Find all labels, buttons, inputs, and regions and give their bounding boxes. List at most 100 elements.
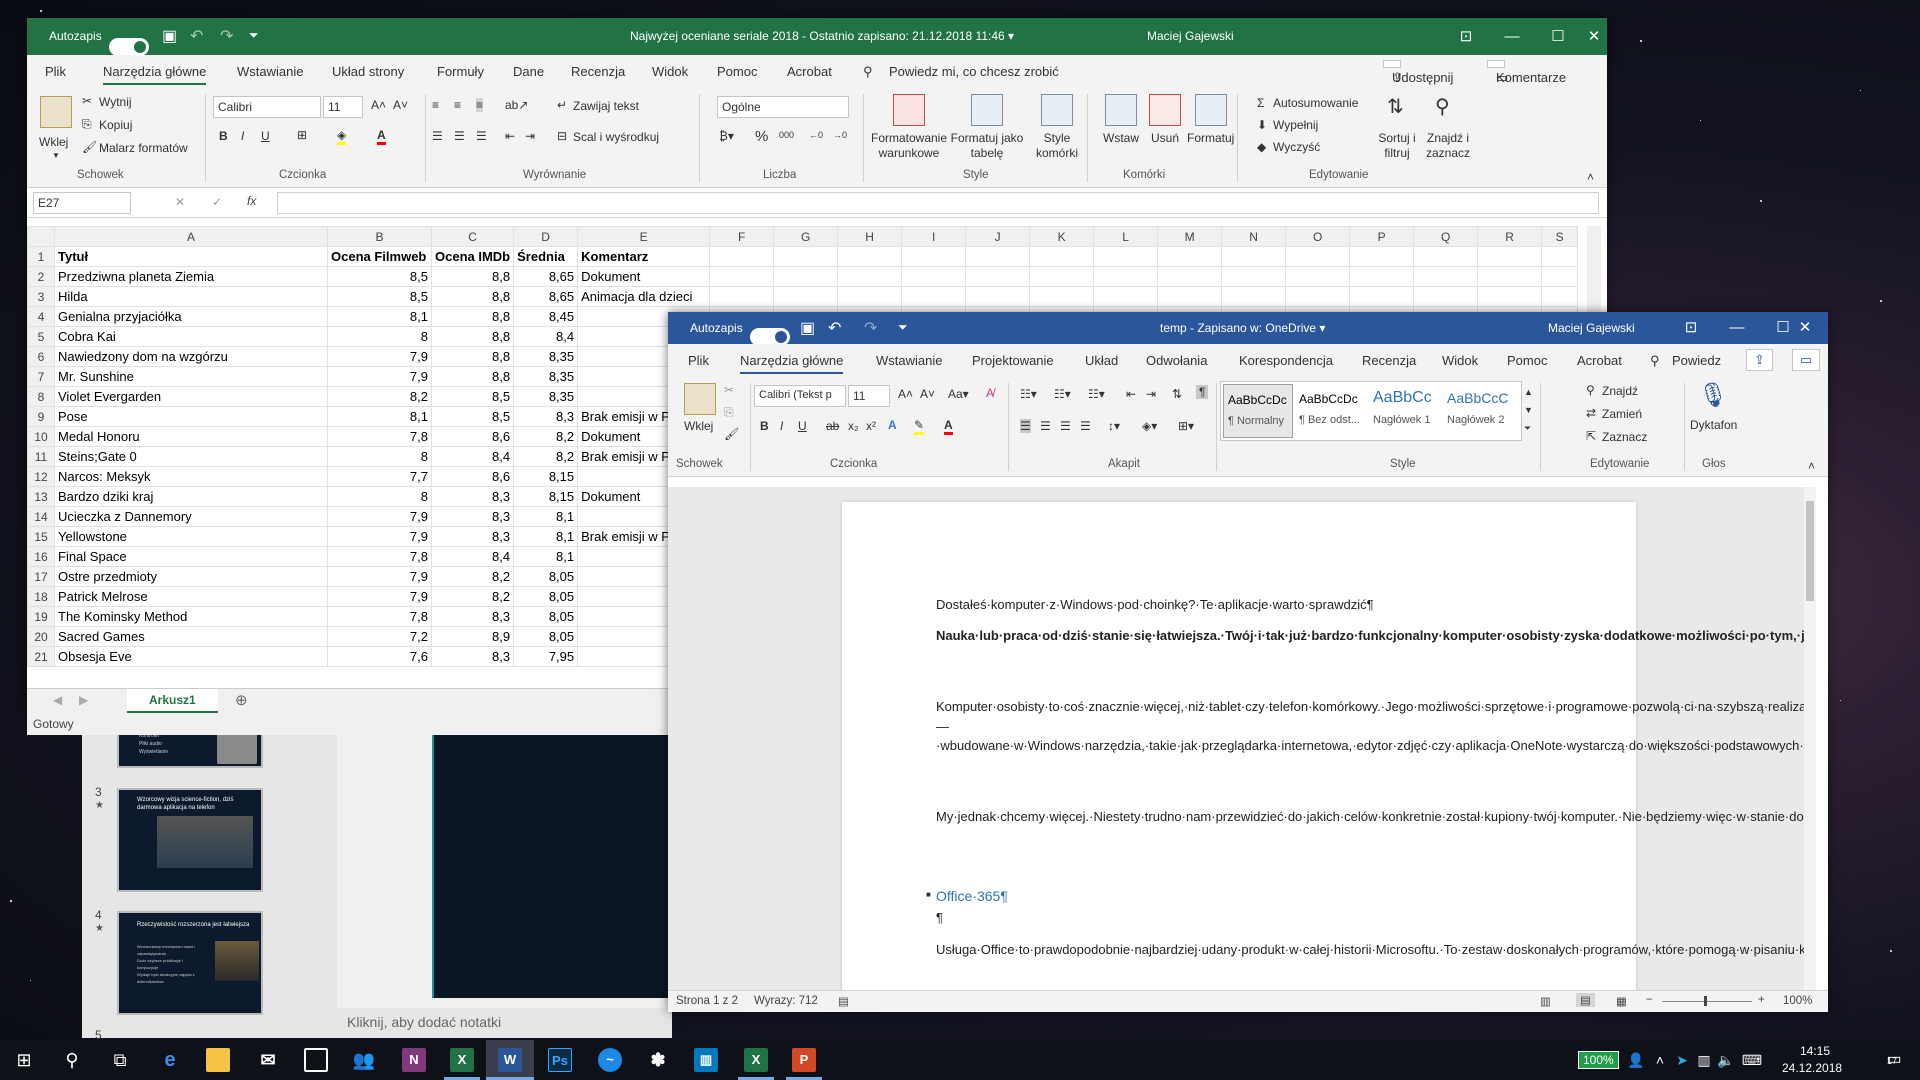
zoom-in-icon[interactable]: + xyxy=(1758,994,1765,1006)
row-header[interactable]: 18 xyxy=(27,586,55,607)
styles-more-icon[interactable]: ▲ ▼ ⏷ xyxy=(1524,383,1533,437)
cell[interactable] xyxy=(1349,246,1415,267)
clear-format-icon[interactable]: A̸ xyxy=(986,386,994,400)
paste-icon[interactable] xyxy=(684,383,716,415)
row-header[interactable]: 11 xyxy=(27,446,55,467)
select-all-corner[interactable] xyxy=(27,226,55,247)
cell[interactable] xyxy=(709,266,775,287)
row-header[interactable]: 10 xyxy=(27,426,55,447)
conditional-format-button[interactable]: Formatowanie warunkowe xyxy=(865,131,953,161)
cell[interactable] xyxy=(901,286,967,307)
cell[interactable] xyxy=(837,246,903,267)
tab-help[interactable]: Pomoc xyxy=(717,64,757,79)
format-painter-button[interactable]: Malarz formatów xyxy=(99,141,188,155)
cell[interactable]: Final Space xyxy=(54,546,328,567)
row-header[interactable]: 3 xyxy=(27,286,55,307)
cell[interactable] xyxy=(1157,286,1223,307)
row-header[interactable]: 5 xyxy=(27,326,55,347)
row-header[interactable]: 6 xyxy=(27,346,55,367)
row-header[interactable]: 7 xyxy=(27,366,55,387)
column-header[interactable]: A xyxy=(54,226,328,247)
cell[interactable]: Bardzo dziki kraj xyxy=(54,486,328,507)
cell[interactable] xyxy=(709,286,775,307)
tab-file[interactable]: Plik xyxy=(688,353,709,368)
cell[interactable] xyxy=(1477,246,1543,267)
cell[interactable] xyxy=(1093,266,1159,287)
format-table-button[interactable]: Formatuj jako tabelę xyxy=(947,131,1027,161)
tab-page-layout[interactable]: Układ strony xyxy=(332,64,404,79)
share-icon[interactable]: ⇪ xyxy=(1746,349,1773,371)
cell[interactable]: 8,8 xyxy=(430,346,515,367)
percent-icon[interactable]: % xyxy=(755,128,768,145)
cell[interactable]: Steins;Gate 0 xyxy=(54,446,328,467)
copy-icon[interactable]: ⎘ xyxy=(724,405,734,420)
cell-styles-button[interactable]: Style komórki xyxy=(1031,131,1083,161)
cell[interactable]: 8,6 xyxy=(430,426,515,447)
row-header[interactable]: 16 xyxy=(27,546,55,567)
tab-layout[interactable]: Układ xyxy=(1085,353,1118,368)
tab-formulas[interactable]: Formuły xyxy=(437,64,484,79)
wrap-text-button[interactable]: Zawijaj tekst xyxy=(573,99,639,113)
cell[interactable]: 8,4 xyxy=(430,546,515,567)
find-select-button[interactable]: Znajdź i zaznacz xyxy=(1423,131,1473,161)
tab-acrobat[interactable]: Acrobat xyxy=(787,64,832,79)
align-left-icon[interactable]: ☰ xyxy=(1020,419,1031,433)
cell[interactable] xyxy=(837,286,903,307)
thousands-icon[interactable]: 000 xyxy=(779,130,794,140)
fill-color-icon[interactable]: ◈ xyxy=(337,128,347,145)
cell[interactable]: Hilda xyxy=(54,286,328,307)
italic-button[interactable]: I xyxy=(780,419,783,433)
close-button[interactable]: ✕ xyxy=(1782,312,1828,344)
cell[interactable]: Genialna przyjaciółka xyxy=(54,306,328,327)
task-view-icon[interactable]: ⧉ xyxy=(106,1046,134,1074)
web-layout-icon[interactable]: ▦ xyxy=(1616,994,1627,1008)
align-top-icon[interactable]: ≡ xyxy=(432,98,439,112)
row-header[interactable]: 4 xyxy=(27,306,55,327)
justify-icon[interactable]: ☰ xyxy=(1080,419,1091,433)
change-case-icon[interactable]: Aa▾ xyxy=(948,387,969,401)
maximize-button[interactable]: ☐ xyxy=(1535,18,1581,55)
zoom-out-icon[interactable]: − xyxy=(1646,994,1653,1006)
align-bottom-icon[interactable]: ≡ xyxy=(476,98,484,112)
row-header[interactable]: 19 xyxy=(27,606,55,627)
cell[interactable]: 8,3 xyxy=(430,646,515,667)
cell[interactable]: 8,1 xyxy=(513,526,579,547)
cell[interactable] xyxy=(1285,266,1351,287)
cell[interactable]: 8,8 xyxy=(430,286,515,307)
cell[interactable]: 8,2 xyxy=(430,566,515,587)
strikethrough-button[interactable]: ab xyxy=(826,419,839,433)
underline-button[interactable]: U xyxy=(798,419,807,433)
sort-filter-button[interactable]: Sortuj i filtruj xyxy=(1375,131,1419,161)
cell[interactable] xyxy=(965,266,1031,287)
clock-date[interactable]: 24.12.2018 xyxy=(1782,1061,1842,1075)
redo-icon[interactable]: ↷ xyxy=(220,26,233,46)
tab-design[interactable]: Projektowanie xyxy=(972,353,1054,368)
cell[interactable]: 8,05 xyxy=(513,606,579,627)
save-icon[interactable]: ▣ xyxy=(162,26,177,46)
replace-button[interactable]: Zamień xyxy=(1602,407,1642,421)
cell[interactable] xyxy=(1477,286,1543,307)
insert-function-icon[interactable]: fx xyxy=(247,194,256,208)
style-heading-1[interactable]: AaBbCc Nagłówek 1 xyxy=(1369,384,1441,438)
cell[interactable]: 7,9 xyxy=(327,526,432,547)
cell[interactable]: Yellowstone xyxy=(54,526,328,547)
slide-thumb-3[interactable]: Wzorcowy wizja science-fiction, dziś dar… xyxy=(117,788,263,892)
excel-app-icon[interactable]: X xyxy=(450,1048,474,1072)
cell[interactable]: 8,45 xyxy=(513,306,579,327)
proofing-icon[interactable]: ▤ xyxy=(838,994,849,1008)
cell[interactable] xyxy=(1093,246,1159,267)
cut-icon[interactable]: ✂ xyxy=(724,383,734,397)
cell[interactable]: Narcos: Meksyk xyxy=(54,466,328,487)
column-header[interactable]: O xyxy=(1285,226,1351,247)
currency-icon[interactable]: ₿▾ xyxy=(719,129,734,143)
font-name-combo[interactable]: Calibri xyxy=(213,96,321,118)
cell[interactable]: 8,35 xyxy=(513,386,579,407)
start-windows-icon[interactable]: ⊞ xyxy=(10,1046,38,1074)
bold-button[interactable]: B xyxy=(219,129,228,143)
font-name-combo[interactable]: Calibri (Tekst p xyxy=(754,385,846,407)
people-icon[interactable]: 👥 xyxy=(352,1048,376,1072)
column-header[interactable]: N xyxy=(1221,226,1287,247)
powerpoint-app-icon[interactable]: P xyxy=(792,1048,816,1072)
cell[interactable]: Patrick Melrose xyxy=(54,586,328,607)
cell[interactable]: Średnia xyxy=(513,246,579,267)
